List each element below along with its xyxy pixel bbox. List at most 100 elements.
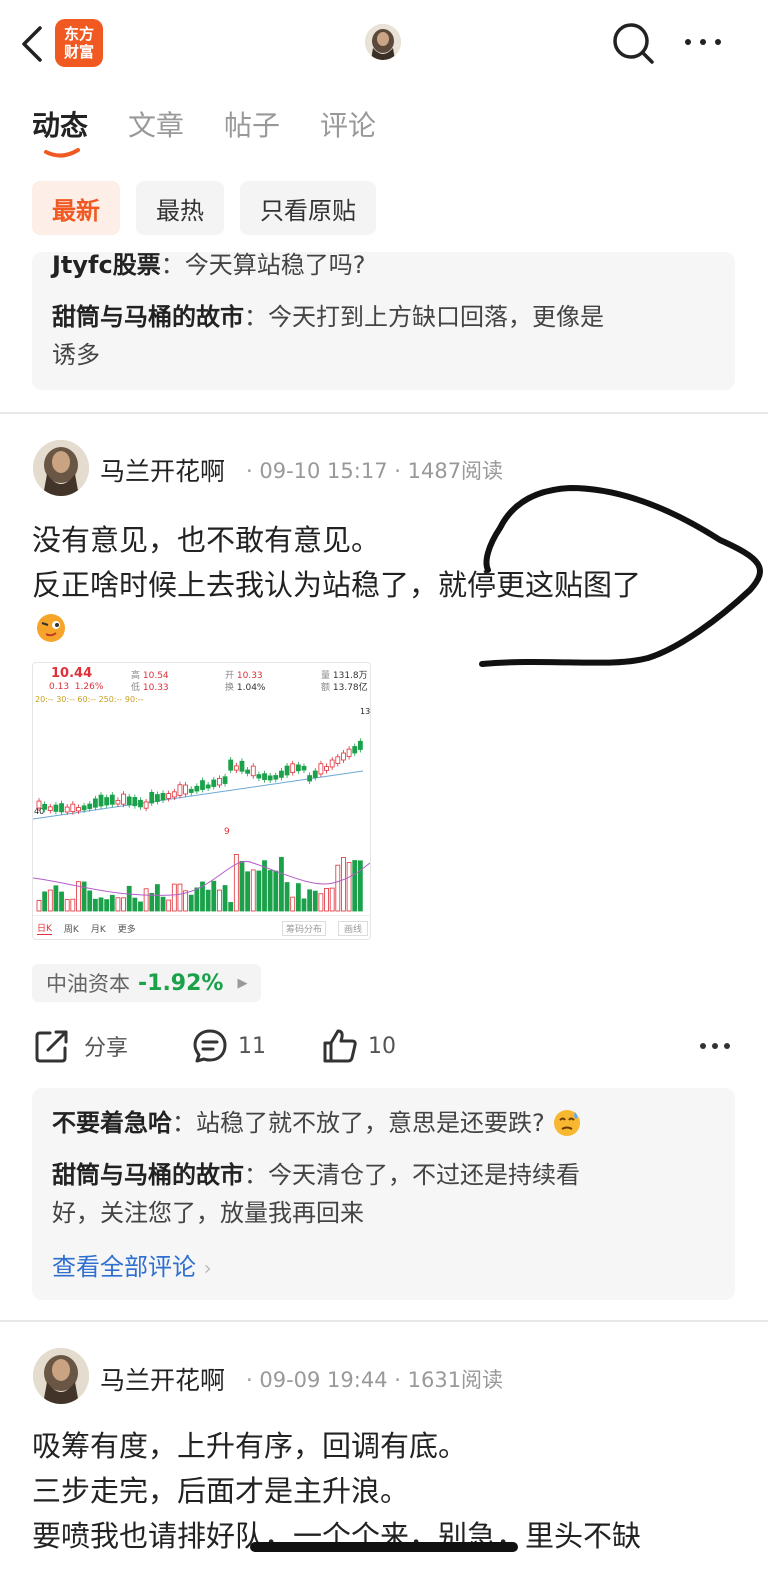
volume-bar bbox=[64, 899, 70, 912]
like-button[interactable]: 10 bbox=[322, 1028, 396, 1064]
author-avatar[interactable] bbox=[33, 440, 89, 496]
volume-bar bbox=[205, 889, 211, 912]
candle bbox=[171, 791, 177, 798]
volume-bar bbox=[42, 891, 48, 912]
stock-tag[interactable]: 中油资本 -1.92% ▶ bbox=[32, 964, 262, 1002]
trend-line bbox=[33, 770, 364, 820]
post-time: 09-09 19:44 bbox=[259, 1368, 388, 1392]
candle bbox=[324, 766, 329, 771]
candle bbox=[47, 806, 53, 811]
author-name[interactable]: 马兰开花啊 bbox=[100, 1361, 225, 1397]
comment-author[interactable]: Jtyfc股票 bbox=[52, 251, 161, 279]
filter-hottest[interactable]: 最热 bbox=[136, 181, 224, 235]
volume-bar bbox=[177, 883, 183, 912]
back-button[interactable] bbox=[16, 24, 52, 64]
volume-bar bbox=[171, 883, 177, 912]
candle bbox=[76, 807, 81, 812]
chart-tab-daily[interactable]: 日K bbox=[37, 921, 52, 935]
search-button[interactable] bbox=[610, 20, 656, 66]
more-dots-icon bbox=[685, 39, 721, 45]
profile-tabs: 动态 文章 帖子 评论 bbox=[32, 104, 376, 158]
comment-author[interactable]: 甜筒与马桶的故市 bbox=[52, 1161, 244, 1189]
comment-text-cont: 诱多 bbox=[52, 341, 100, 369]
candle bbox=[64, 806, 70, 813]
candle bbox=[154, 794, 160, 802]
author-portrait-icon bbox=[33, 1348, 89, 1404]
comment-author[interactable]: 不要着急哈 bbox=[52, 1109, 172, 1137]
chart-draw-line-button[interactable]: 画线 bbox=[337, 920, 368, 936]
volume-bar bbox=[160, 896, 166, 912]
post-line: 三步走完，后面才是主升浪。 bbox=[32, 1474, 410, 1508]
volume-bar bbox=[233, 854, 239, 912]
back-arrow-icon bbox=[22, 26, 42, 62]
author-avatar[interactable] bbox=[33, 1348, 89, 1404]
candle bbox=[217, 777, 222, 786]
share-button[interactable]: 分享 bbox=[34, 1028, 128, 1064]
candle bbox=[228, 759, 234, 771]
chart-change-pct: 1.26% bbox=[74, 682, 104, 692]
candle bbox=[188, 788, 194, 793]
tab-posts[interactable]: 帖子 bbox=[224, 104, 280, 144]
tab-dynamics[interactable]: 动态 bbox=[32, 104, 88, 158]
comment-separator: ： bbox=[160, 251, 185, 279]
candle bbox=[290, 763, 296, 773]
candle bbox=[329, 759, 335, 768]
tab-articles[interactable]: 文章 bbox=[128, 104, 184, 144]
volume-bar bbox=[121, 897, 126, 912]
filter-latest[interactable]: 最新 bbox=[32, 181, 120, 235]
volume-bar bbox=[273, 870, 279, 912]
volume-bar bbox=[341, 856, 346, 912]
comment-text-cont: 好，关注您了，放量我再回来 bbox=[52, 1199, 364, 1227]
search-icon bbox=[613, 23, 654, 64]
filter-original-only[interactable]: 只看原贴 bbox=[240, 181, 376, 235]
chart-amount-label: 额 bbox=[321, 683, 331, 693]
tab-label: 帖子 bbox=[224, 109, 281, 142]
view-all-comments-link[interactable]: 查看全部评论 › bbox=[52, 1248, 212, 1287]
candle bbox=[121, 793, 126, 805]
kline-chart-image[interactable]: 10.44 0.13 1.26% 高 10.54 低 10.33 开 10.33… bbox=[32, 662, 371, 940]
comment-count: 11 bbox=[238, 1033, 266, 1059]
post-body[interactable]: 吸筹有度，上升有序，回调有底。 三步走完，后面才是主升浪。 要喷我也请排好队，一… bbox=[32, 1424, 762, 1559]
chart-tab-more[interactable]: 更多 bbox=[118, 922, 136, 935]
candle bbox=[92, 798, 98, 808]
candle bbox=[200, 780, 205, 790]
comment-button[interactable]: 11 bbox=[192, 1028, 266, 1064]
candle bbox=[307, 775, 313, 782]
chart-amount: 额 13.78亿 bbox=[321, 680, 368, 693]
stock-name: 中油资本 bbox=[46, 972, 130, 996]
candle bbox=[87, 803, 93, 809]
emoji-wink-icon bbox=[37, 614, 65, 642]
candle bbox=[267, 775, 273, 781]
volume-bar bbox=[70, 898, 76, 912]
candle bbox=[183, 784, 188, 795]
post-more-button[interactable] bbox=[698, 1036, 732, 1060]
candle bbox=[341, 752, 346, 761]
post-meta: · 09-09 19:44 · 1631阅读 bbox=[246, 1368, 504, 1392]
chart-chip-dist-button[interactable]: 筹码分布 bbox=[281, 920, 326, 936]
comment-preview-box: 不要着急哈：站稳了就不放了，意思是还要跌? 甜筒与马桶的故市：今天清仓了，不过还… bbox=[32, 1088, 735, 1300]
comment-item: 不要着急哈：站稳了就不放了，意思是还要跌? bbox=[52, 1104, 722, 1142]
candle bbox=[273, 775, 279, 780]
more-menu-button[interactable] bbox=[682, 30, 726, 54]
header-avatar[interactable] bbox=[365, 24, 401, 60]
volume-bar bbox=[87, 890, 93, 912]
volume-bar bbox=[295, 883, 301, 912]
kline-candles bbox=[33, 738, 370, 912]
volume-bar bbox=[346, 862, 352, 912]
comment-author[interactable]: 甜筒与马桶的故市 bbox=[52, 303, 244, 331]
comment-preview-box: Jtyfc股票：今天算站稳了吗? 甜筒与马桶的故市：今天打到上方缺口回落，更像是… bbox=[32, 251, 735, 390]
chart-amount-value: 13.78亿 bbox=[332, 683, 368, 693]
author-name[interactable]: 马兰开花啊 bbox=[100, 452, 225, 488]
chart-tab-monthly[interactable]: 月K bbox=[91, 922, 106, 935]
candle bbox=[132, 797, 138, 807]
comment-text: 今天清仓了，不过还是持续看 bbox=[268, 1161, 580, 1189]
candle bbox=[295, 764, 301, 772]
filter-chips: 最新 最热 只看原贴 bbox=[32, 181, 376, 235]
chart-low-value: 10.33 bbox=[142, 683, 169, 693]
chevron-right-icon: › bbox=[203, 1256, 212, 1280]
chart-turnover-value: 1.04% bbox=[236, 683, 266, 693]
volume-bar bbox=[98, 897, 104, 912]
chart-tab-weekly[interactable]: 周K bbox=[64, 922, 79, 935]
volume-bar bbox=[59, 891, 64, 912]
tab-comments[interactable]: 评论 bbox=[320, 104, 376, 144]
